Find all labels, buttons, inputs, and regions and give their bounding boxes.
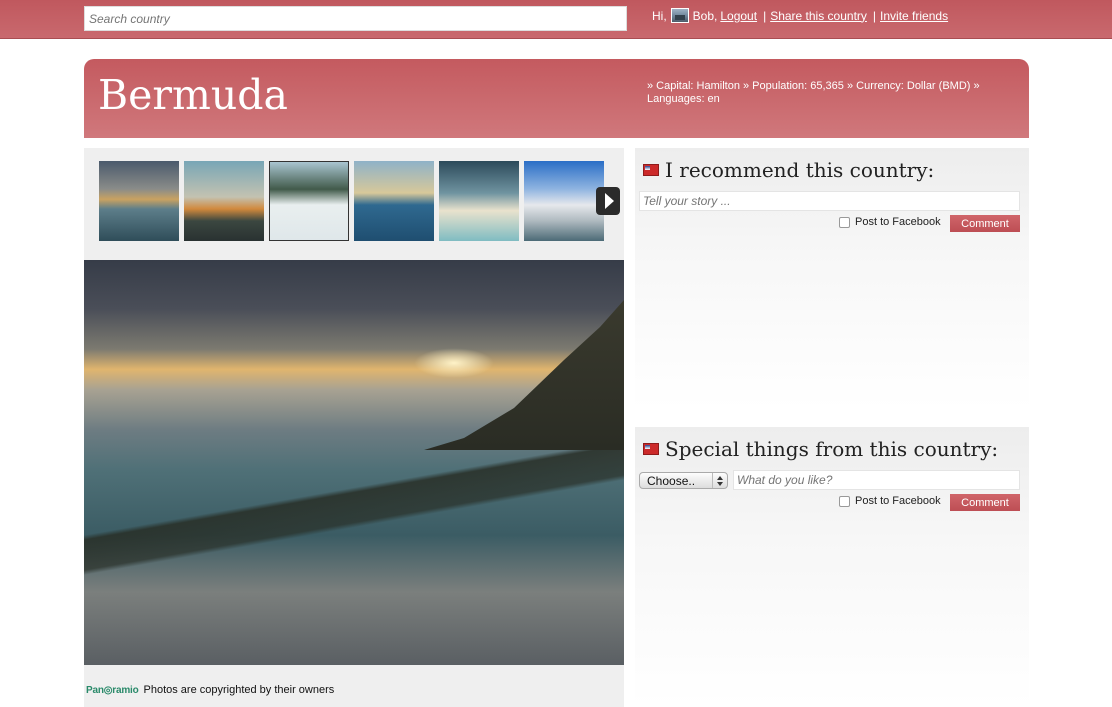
facebook-checkbox[interactable]: [839, 495, 850, 507]
next-thumbnails-button[interactable]: [596, 187, 620, 215]
copyright-text: Photos are copyrighted by their owners: [143, 684, 335, 696]
country-header: Bermuda » Capital: Hamilton » Population…: [84, 59, 1029, 138]
logout-link[interactable]: Logout: [720, 9, 757, 23]
separator: |: [872, 8, 877, 23]
greeting-text: Hi,: [652, 8, 667, 23]
country-facts: » Capital: Hamilton » Population: 65,365…: [647, 80, 980, 105]
page-title: Bermuda: [98, 71, 288, 119]
comment-button[interactable]: Comment: [950, 215, 1020, 232]
thumbnail-beach-cove[interactable]: [439, 161, 519, 241]
facebook-checkbox-label: Post to Facebook: [855, 495, 941, 507]
select-arrows-icon: [712, 473, 727, 488]
thumbnail-hotel[interactable]: [524, 161, 604, 241]
thumbnail-swimmer[interactable]: [269, 161, 349, 241]
story-input[interactable]: [639, 191, 1020, 211]
special-title-text: Special things from this country:: [665, 437, 999, 461]
bermuda-flag-icon: [643, 164, 659, 176]
share-country-link[interactable]: Share this country: [770, 9, 867, 23]
invite-friends-link[interactable]: Invite friends: [880, 9, 948, 23]
bermuda-flag-icon: [643, 443, 659, 455]
recommend-panel: I recommend this country: Post to Facebo…: [635, 148, 1029, 410]
search-input[interactable]: [84, 6, 627, 31]
panoramio-logo[interactable]: Pan◎ramio: [86, 685, 139, 696]
thumbnail-beach-sunset[interactable]: [99, 161, 179, 241]
special-title: Special things from this country:: [643, 437, 998, 461]
thumbnail-harbor-boats[interactable]: [184, 161, 264, 241]
recommend-title: I recommend this country:: [643, 158, 934, 182]
facebook-checkbox[interactable]: [839, 216, 850, 228]
category-select[interactable]: Choose..: [639, 472, 728, 489]
like-input[interactable]: [733, 470, 1020, 490]
thumbnail-strip: [99, 161, 609, 241]
user-menu: Hi, Bob, Logout | Share this country | I…: [652, 8, 948, 23]
user-name: Bob,: [692, 8, 718, 23]
facebook-checkbox-label: Post to Facebook: [855, 216, 941, 228]
special-things-panel: Special things from this country: Choose…: [635, 427, 1029, 707]
thumbnail-rainbow[interactable]: [354, 161, 434, 241]
comment-button[interactable]: Comment: [950, 494, 1020, 511]
post-to-facebook-option[interactable]: Post to Facebook: [839, 495, 941, 507]
photo-credit: Pan◎ramio Photos are copyrighted by thei…: [86, 684, 334, 696]
post-to-facebook-option[interactable]: Post to Facebook: [839, 216, 941, 228]
recommend-title-text: I recommend this country:: [665, 158, 935, 182]
photo-sun-glow: [414, 348, 494, 378]
category-select-value: Choose..: [647, 473, 696, 488]
top-bar: Hi, Bob, Logout | Share this country | I…: [0, 0, 1112, 39]
main-photo[interactable]: [84, 260, 624, 665]
avatar[interactable]: [670, 8, 689, 23]
separator: |: [763, 8, 767, 23]
